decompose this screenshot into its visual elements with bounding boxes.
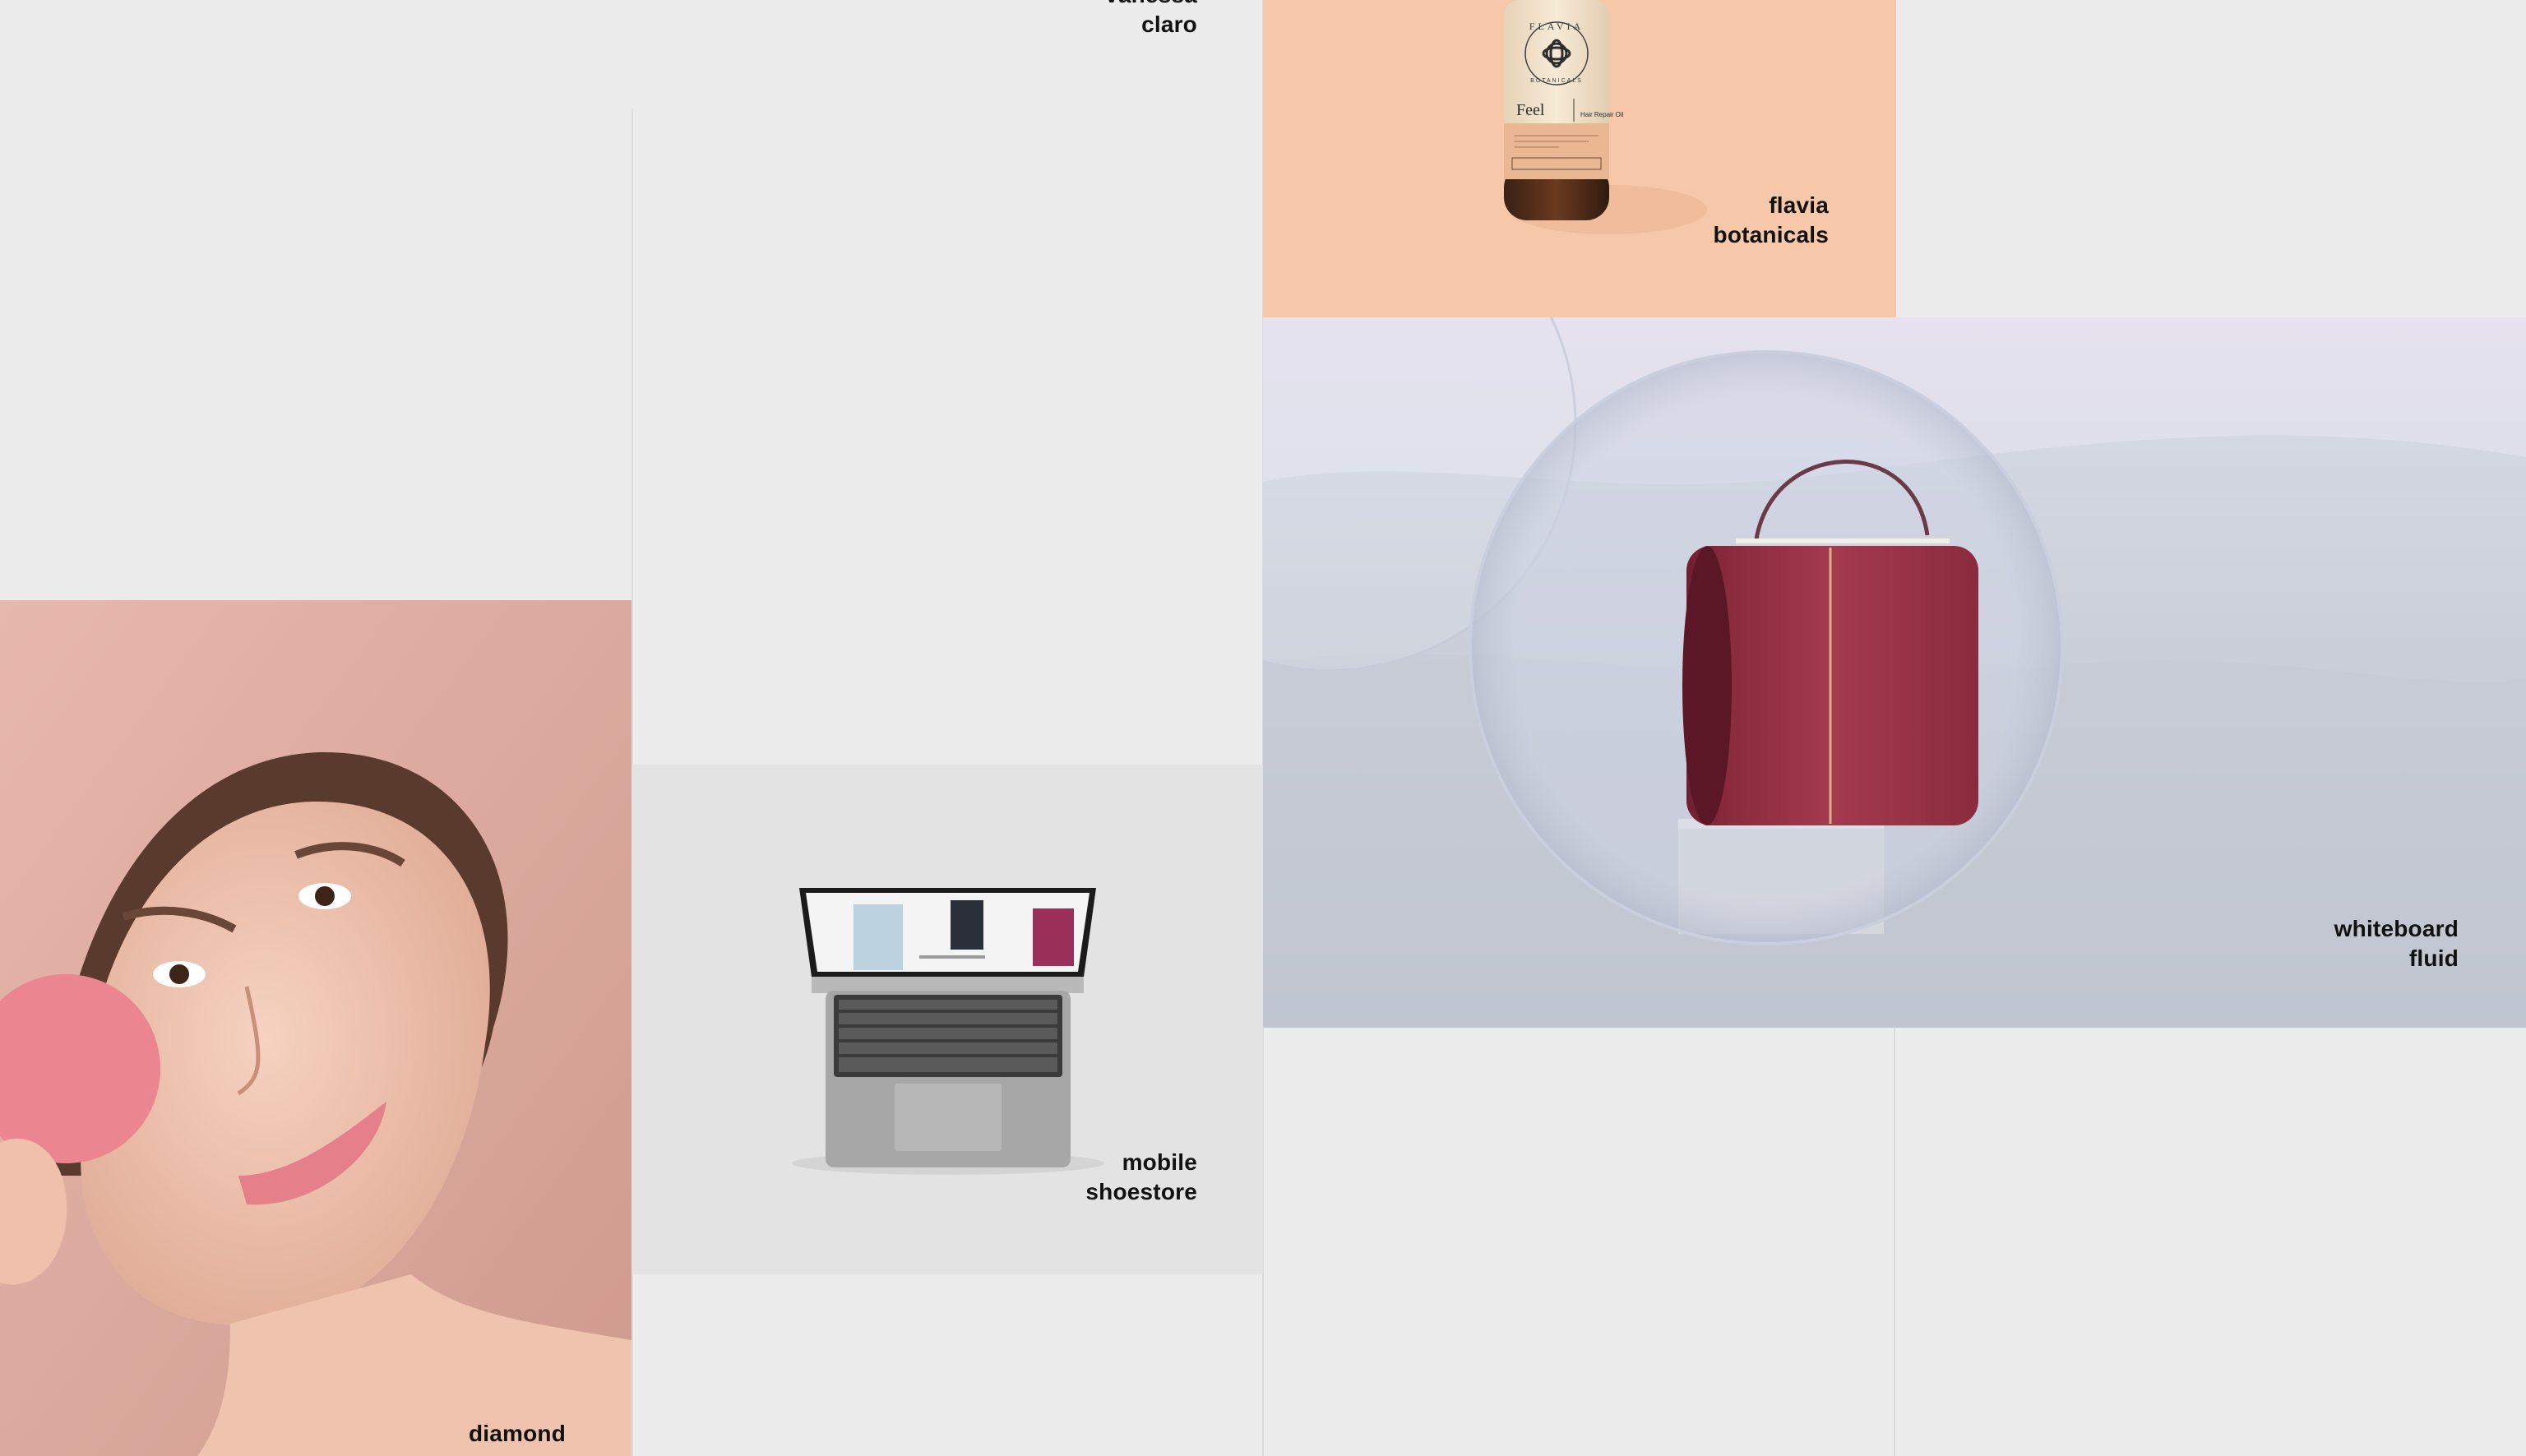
project-tile-diamond[interactable]: diamond [0,600,632,1456]
project-caption-diamond: diamond [468,1421,566,1446]
svg-text:BOTANICALS: BOTANICALS [1530,78,1583,84]
hair-oil-bottle-image: FLAVIA BOTANICALS Feel Hair Repair Oil [1504,0,1707,234]
woman-with-sponge-image [0,600,632,1456]
project-caption-flavia-botanicals: flavia botanicals [1713,192,1829,247]
project-caption-whiteboard-fluid: whiteboard fluid [2334,916,2459,971]
project-caption-mobile-shoestore: mobile shoestore [1085,1149,1197,1204]
svg-text:Feel: Feel [1516,101,1545,119]
svg-text:Hair Repair Oil: Hair Repair Oil [1580,111,1624,118]
project-tile-flavia-botanicals[interactable]: FLAVIA BOTANICALS Feel Hair Repair Oil f… [1263,0,1896,317]
project-tile-whiteboard-fluid[interactable]: whiteboard fluid [1263,317,2526,1028]
svg-text:FLAVIA: FLAVIA [1529,21,1584,32]
project-caption-vanessa-claro[interactable]: vanessa claro [1105,0,1197,39]
project-tile-mobile-shoestore[interactable]: mobile shoestore [632,765,1263,1274]
